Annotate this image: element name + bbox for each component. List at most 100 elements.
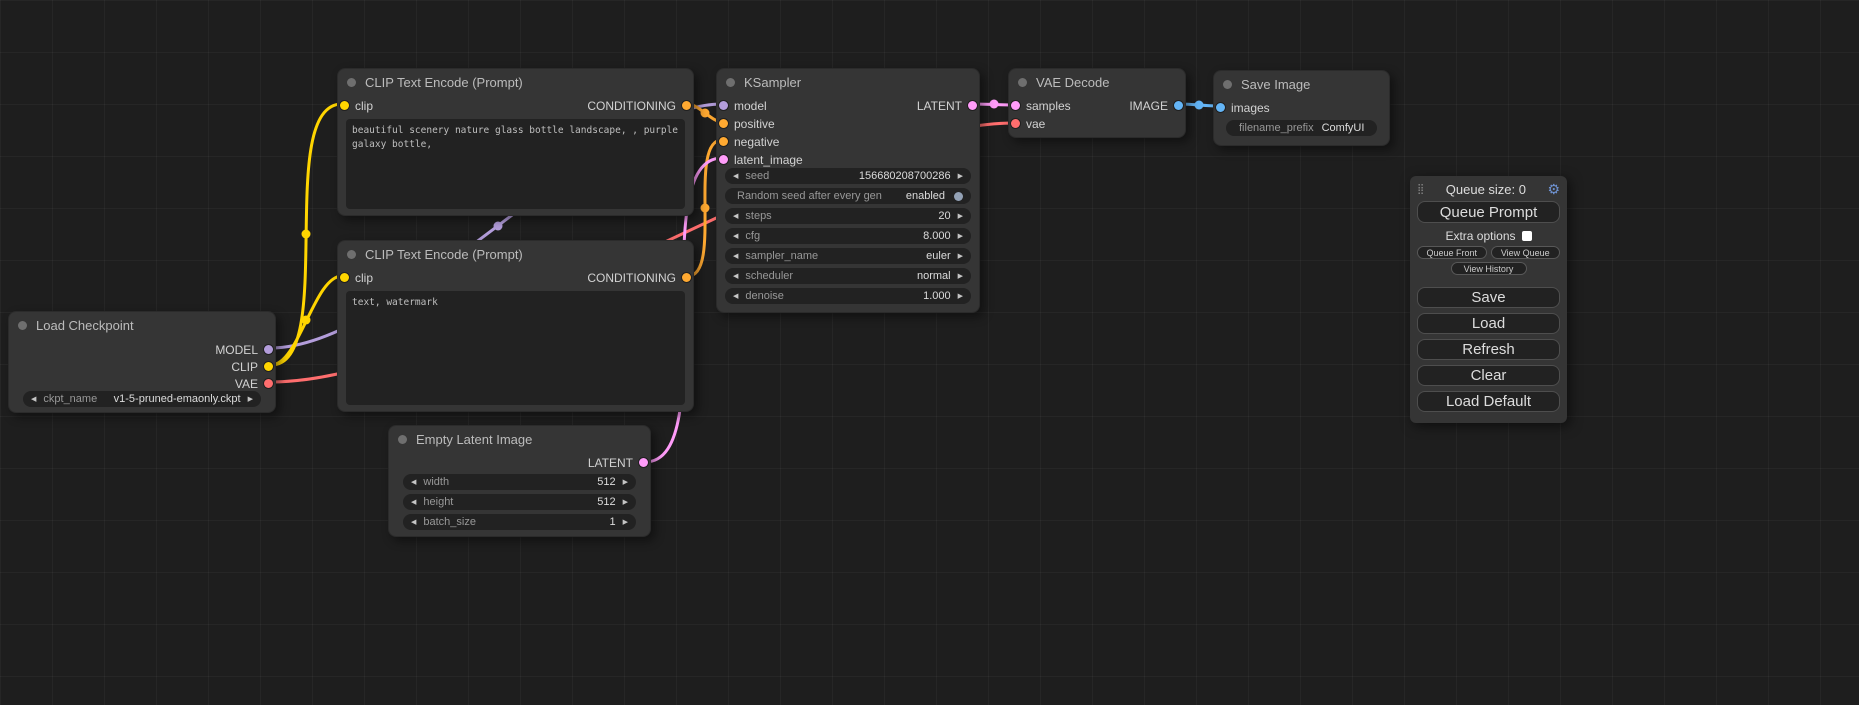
latent-output-port[interactable] — [968, 101, 977, 110]
prev-arrow-icon[interactable]: ◀ — [408, 479, 419, 486]
prev-arrow-icon[interactable]: ◀ — [408, 519, 419, 526]
node-title-bar[interactable]: VAE Decode — [1009, 69, 1185, 95]
batch-size-widget[interactable]: ◀ batch_size 1 ▶ — [403, 514, 636, 530]
widget-value: 1 — [484, 516, 616, 528]
cfg-widget[interactable]: ◀ cfg 8.000 ▶ — [725, 228, 971, 244]
collapse-dot-icon[interactable] — [347, 250, 356, 259]
save-button[interactable]: Save — [1417, 287, 1560, 308]
next-arrow-icon[interactable]: ▶ — [620, 479, 631, 486]
slot-label: vae — [1026, 117, 1045, 131]
settings-gear-icon[interactable]: ⚙ — [1547, 181, 1560, 198]
latent-image-input-port[interactable] — [719, 155, 728, 164]
collapse-dot-icon[interactable] — [398, 435, 407, 444]
node-title-bar[interactable]: Load Checkpoint — [9, 312, 275, 338]
node-clip-text-encode-positive[interactable]: CLIP Text Encode (Prompt) clip CONDITION… — [337, 68, 694, 216]
node-title-bar[interactable]: Save Image — [1214, 71, 1389, 97]
node-ksampler[interactable]: KSampler model LATENT positive negative … — [716, 68, 980, 313]
vae-input-port[interactable] — [1011, 119, 1020, 128]
next-arrow-icon[interactable]: ▶ — [955, 213, 966, 220]
positive-prompt-textarea[interactable]: beautiful scenery nature glass bottle la… — [346, 119, 685, 209]
node-title-bar[interactable]: CLIP Text Encode (Prompt) — [338, 241, 693, 267]
node-canvas[interactable]: Load Checkpoint MODEL CLIP VAE ◀ ckpt_na… — [0, 0, 1859, 705]
prev-arrow-icon[interactable]: ◀ — [408, 499, 419, 506]
node-vae-decode[interactable]: VAE Decode samples IMAGE vae — [1008, 68, 1186, 138]
node-empty-latent-image[interactable]: Empty Latent Image LATENT ◀ width 512 ▶ … — [388, 425, 651, 537]
view-history-button[interactable]: View History — [1451, 262, 1527, 275]
view-queue-button[interactable]: View Queue — [1491, 246, 1561, 259]
node-clip-text-encode-negative[interactable]: CLIP Text Encode (Prompt) clip CONDITION… — [337, 240, 694, 412]
next-arrow-icon[interactable]: ▶ — [955, 273, 966, 280]
height-widget[interactable]: ◀ height 512 ▶ — [403, 494, 636, 510]
collapse-dot-icon[interactable] — [347, 78, 356, 87]
node-title-bar[interactable]: KSampler — [717, 69, 979, 95]
load-button[interactable]: Load — [1417, 313, 1560, 334]
slot-label: LATENT — [588, 456, 633, 470]
widget-name: scheduler — [745, 270, 793, 282]
collapse-dot-icon[interactable] — [726, 78, 735, 87]
refresh-button[interactable]: Refresh — [1417, 339, 1560, 360]
filename-prefix-widget[interactable]: filename_prefix ComfyUI — [1226, 120, 1377, 136]
ckpt-name-widget[interactable]: ◀ ckpt_name v1-5-pruned-emaonly.ckpt ▶ — [23, 391, 261, 407]
prev-arrow-icon[interactable]: ◀ — [730, 273, 741, 280]
latent-output-port[interactable] — [639, 458, 648, 467]
node-title: Empty Latent Image — [416, 432, 532, 447]
clip-output-port[interactable] — [264, 362, 273, 371]
queue-front-button[interactable]: Queue Front — [1417, 246, 1487, 259]
random-seed-toggle-widget[interactable]: Random seed after every gen enabled — [725, 188, 971, 204]
widget-name: ckpt_name — [43, 393, 97, 405]
next-arrow-icon[interactable]: ▶ — [245, 396, 256, 403]
steps-widget[interactable]: ◀ steps 20 ▶ — [725, 208, 971, 224]
image-output-port[interactable] — [1174, 101, 1183, 110]
collapse-dot-icon[interactable] — [18, 321, 27, 330]
denoise-widget[interactable]: ◀ denoise 1.000 ▶ — [725, 288, 971, 304]
extra-options-checkbox[interactable] — [1522, 231, 1532, 241]
next-arrow-icon[interactable]: ▶ — [955, 233, 966, 240]
slot-label: images — [1231, 101, 1270, 115]
collapse-dot-icon[interactable] — [1223, 80, 1232, 89]
prev-arrow-icon[interactable]: ◀ — [730, 233, 741, 240]
next-arrow-icon[interactable]: ▶ — [620, 519, 631, 526]
conditioning-output-port[interactable] — [682, 101, 691, 110]
link-midpoint-dot — [494, 222, 503, 231]
node-save-image[interactable]: Save Image images filename_prefix ComfyU… — [1213, 70, 1390, 146]
node-title-bar[interactable]: Empty Latent Image — [389, 426, 650, 452]
widget-name: cfg — [745, 230, 760, 242]
next-arrow-icon[interactable]: ▶ — [955, 253, 966, 260]
collapse-dot-icon[interactable] — [1018, 78, 1027, 87]
output-slot-conditioning: CONDITIONING — [338, 97, 693, 114]
widget-name: width — [423, 476, 449, 488]
scheduler-widget[interactable]: ◀ scheduler normal ▶ — [725, 268, 971, 284]
toggle-indicator-icon[interactable] — [954, 192, 963, 201]
clear-button[interactable]: Clear — [1417, 365, 1560, 386]
queue-prompt-button[interactable]: Queue Prompt — [1417, 201, 1560, 223]
prev-arrow-icon[interactable]: ◀ — [730, 293, 741, 300]
vae-output-port[interactable] — [264, 379, 273, 388]
next-arrow-icon[interactable]: ▶ — [955, 293, 966, 300]
drag-handle-icon[interactable]: ⣿ — [1417, 184, 1424, 195]
seed-widget[interactable]: ◀ seed 156680208700286 ▶ — [725, 168, 971, 184]
slot-label: CONDITIONING — [587, 99, 676, 113]
widget-name: steps — [745, 210, 771, 222]
negative-input-port[interactable] — [719, 137, 728, 146]
input-slot-vae: vae — [1009, 115, 1185, 132]
next-arrow-icon[interactable]: ▶ — [620, 499, 631, 506]
next-arrow-icon[interactable]: ▶ — [955, 173, 966, 180]
prev-arrow-icon[interactable]: ◀ — [730, 173, 741, 180]
node-title-bar[interactable]: CLIP Text Encode (Prompt) — [338, 69, 693, 95]
sampler-name-widget[interactable]: ◀ sampler_name euler ▶ — [725, 248, 971, 264]
prev-arrow-icon[interactable]: ◀ — [28, 396, 39, 403]
widget-value: 20 — [780, 210, 951, 222]
node-title: VAE Decode — [1036, 75, 1109, 90]
prev-arrow-icon[interactable]: ◀ — [730, 213, 741, 220]
prev-arrow-icon[interactable]: ◀ — [730, 253, 741, 260]
width-widget[interactable]: ◀ width 512 ▶ — [403, 474, 636, 490]
load-default-button[interactable]: Load Default — [1417, 391, 1560, 412]
negative-prompt-textarea[interactable]: text, watermark — [346, 291, 685, 405]
widget-name: height — [423, 496, 453, 508]
positive-input-port[interactable] — [719, 119, 728, 128]
images-input-port[interactable] — [1216, 103, 1225, 112]
node-title: Save Image — [1241, 77, 1310, 92]
model-output-port[interactable] — [264, 345, 273, 354]
node-load-checkpoint[interactable]: Load Checkpoint MODEL CLIP VAE ◀ ckpt_na… — [8, 311, 276, 413]
conditioning-output-port[interactable] — [682, 273, 691, 282]
